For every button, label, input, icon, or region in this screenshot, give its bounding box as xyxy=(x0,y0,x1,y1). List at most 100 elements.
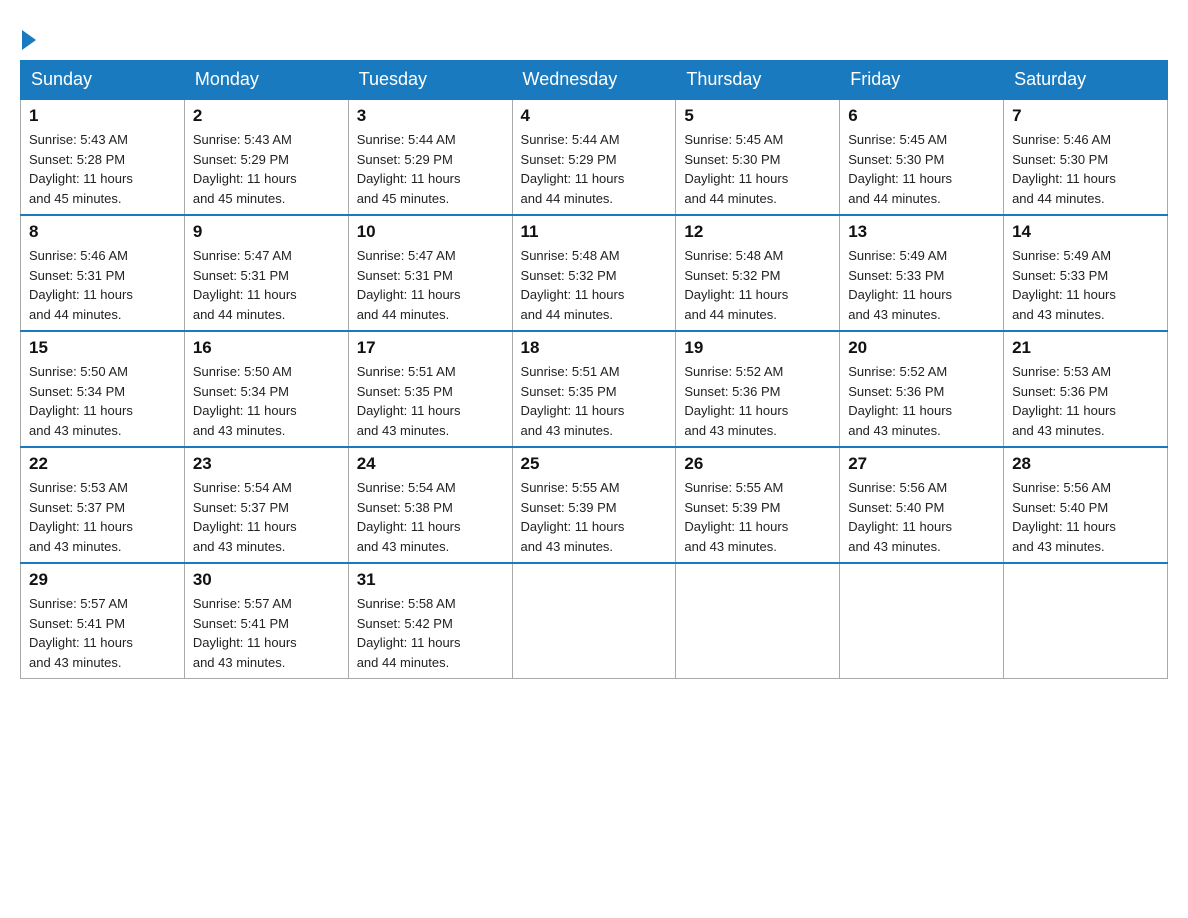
day-number: 22 xyxy=(29,454,176,474)
day-number: 19 xyxy=(684,338,831,358)
day-number: 2 xyxy=(193,106,340,126)
calendar-cell: 10 Sunrise: 5:47 AMSunset: 5:31 PMDaylig… xyxy=(348,215,512,331)
logo xyxy=(20,20,36,50)
day-info: Sunrise: 5:56 AMSunset: 5:40 PMDaylight:… xyxy=(848,478,995,556)
logo-arrow-icon xyxy=(22,30,36,50)
calendar-cell: 9 Sunrise: 5:47 AMSunset: 5:31 PMDayligh… xyxy=(184,215,348,331)
day-number: 31 xyxy=(357,570,504,590)
day-number: 24 xyxy=(357,454,504,474)
calendar-week-row: 29 Sunrise: 5:57 AMSunset: 5:41 PMDaylig… xyxy=(21,563,1168,679)
day-info: Sunrise: 5:52 AMSunset: 5:36 PMDaylight:… xyxy=(684,362,831,440)
day-info: Sunrise: 5:51 AMSunset: 5:35 PMDaylight:… xyxy=(357,362,504,440)
day-info: Sunrise: 5:52 AMSunset: 5:36 PMDaylight:… xyxy=(848,362,995,440)
weekday-header-thursday: Thursday xyxy=(676,61,840,100)
day-number: 26 xyxy=(684,454,831,474)
day-number: 1 xyxy=(29,106,176,126)
day-number: 29 xyxy=(29,570,176,590)
day-number: 20 xyxy=(848,338,995,358)
day-number: 5 xyxy=(684,106,831,126)
day-number: 30 xyxy=(193,570,340,590)
calendar-cell: 25 Sunrise: 5:55 AMSunset: 5:39 PMDaylig… xyxy=(512,447,676,563)
calendar-cell: 27 Sunrise: 5:56 AMSunset: 5:40 PMDaylig… xyxy=(840,447,1004,563)
day-info: Sunrise: 5:44 AMSunset: 5:29 PMDaylight:… xyxy=(521,130,668,208)
calendar-week-row: 15 Sunrise: 5:50 AMSunset: 5:34 PMDaylig… xyxy=(21,331,1168,447)
calendar-cell: 11 Sunrise: 5:48 AMSunset: 5:32 PMDaylig… xyxy=(512,215,676,331)
calendar-cell: 13 Sunrise: 5:49 AMSunset: 5:33 PMDaylig… xyxy=(840,215,1004,331)
weekday-header-tuesday: Tuesday xyxy=(348,61,512,100)
day-number: 15 xyxy=(29,338,176,358)
day-info: Sunrise: 5:53 AMSunset: 5:36 PMDaylight:… xyxy=(1012,362,1159,440)
day-info: Sunrise: 5:56 AMSunset: 5:40 PMDaylight:… xyxy=(1012,478,1159,556)
day-info: Sunrise: 5:57 AMSunset: 5:41 PMDaylight:… xyxy=(29,594,176,672)
day-number: 21 xyxy=(1012,338,1159,358)
day-number: 14 xyxy=(1012,222,1159,242)
calendar-cell: 2 Sunrise: 5:43 AMSunset: 5:29 PMDayligh… xyxy=(184,99,348,215)
day-number: 8 xyxy=(29,222,176,242)
day-number: 6 xyxy=(848,106,995,126)
weekday-header-wednesday: Wednesday xyxy=(512,61,676,100)
calendar-cell: 17 Sunrise: 5:51 AMSunset: 5:35 PMDaylig… xyxy=(348,331,512,447)
day-info: Sunrise: 5:45 AMSunset: 5:30 PMDaylight:… xyxy=(684,130,831,208)
calendar-cell: 19 Sunrise: 5:52 AMSunset: 5:36 PMDaylig… xyxy=(676,331,840,447)
day-number: 25 xyxy=(521,454,668,474)
calendar-cell: 15 Sunrise: 5:50 AMSunset: 5:34 PMDaylig… xyxy=(21,331,185,447)
calendar-cell: 4 Sunrise: 5:44 AMSunset: 5:29 PMDayligh… xyxy=(512,99,676,215)
day-info: Sunrise: 5:49 AMSunset: 5:33 PMDaylight:… xyxy=(848,246,995,324)
calendar-cell: 21 Sunrise: 5:53 AMSunset: 5:36 PMDaylig… xyxy=(1004,331,1168,447)
day-info: Sunrise: 5:47 AMSunset: 5:31 PMDaylight:… xyxy=(357,246,504,324)
day-info: Sunrise: 5:50 AMSunset: 5:34 PMDaylight:… xyxy=(29,362,176,440)
day-info: Sunrise: 5:54 AMSunset: 5:38 PMDaylight:… xyxy=(357,478,504,556)
calendar-cell xyxy=(512,563,676,679)
calendar-week-row: 22 Sunrise: 5:53 AMSunset: 5:37 PMDaylig… xyxy=(21,447,1168,563)
calendar-cell: 1 Sunrise: 5:43 AMSunset: 5:28 PMDayligh… xyxy=(21,99,185,215)
day-number: 23 xyxy=(193,454,340,474)
calendar-cell: 31 Sunrise: 5:58 AMSunset: 5:42 PMDaylig… xyxy=(348,563,512,679)
weekday-header-monday: Monday xyxy=(184,61,348,100)
day-number: 12 xyxy=(684,222,831,242)
page-header xyxy=(20,20,1168,50)
calendar-cell: 29 Sunrise: 5:57 AMSunset: 5:41 PMDaylig… xyxy=(21,563,185,679)
day-info: Sunrise: 5:55 AMSunset: 5:39 PMDaylight:… xyxy=(521,478,668,556)
day-info: Sunrise: 5:53 AMSunset: 5:37 PMDaylight:… xyxy=(29,478,176,556)
day-number: 16 xyxy=(193,338,340,358)
day-info: Sunrise: 5:49 AMSunset: 5:33 PMDaylight:… xyxy=(1012,246,1159,324)
day-number: 9 xyxy=(193,222,340,242)
calendar-cell: 5 Sunrise: 5:45 AMSunset: 5:30 PMDayligh… xyxy=(676,99,840,215)
weekday-header-saturday: Saturday xyxy=(1004,61,1168,100)
day-info: Sunrise: 5:50 AMSunset: 5:34 PMDaylight:… xyxy=(193,362,340,440)
day-number: 17 xyxy=(357,338,504,358)
day-number: 10 xyxy=(357,222,504,242)
day-info: Sunrise: 5:45 AMSunset: 5:30 PMDaylight:… xyxy=(848,130,995,208)
day-info: Sunrise: 5:54 AMSunset: 5:37 PMDaylight:… xyxy=(193,478,340,556)
day-number: 18 xyxy=(521,338,668,358)
day-info: Sunrise: 5:43 AMSunset: 5:29 PMDaylight:… xyxy=(193,130,340,208)
calendar-cell: 20 Sunrise: 5:52 AMSunset: 5:36 PMDaylig… xyxy=(840,331,1004,447)
day-number: 3 xyxy=(357,106,504,126)
calendar-cell: 7 Sunrise: 5:46 AMSunset: 5:30 PMDayligh… xyxy=(1004,99,1168,215)
calendar-cell xyxy=(840,563,1004,679)
calendar-cell: 23 Sunrise: 5:54 AMSunset: 5:37 PMDaylig… xyxy=(184,447,348,563)
calendar-cell: 18 Sunrise: 5:51 AMSunset: 5:35 PMDaylig… xyxy=(512,331,676,447)
day-info: Sunrise: 5:58 AMSunset: 5:42 PMDaylight:… xyxy=(357,594,504,672)
calendar-cell: 3 Sunrise: 5:44 AMSunset: 5:29 PMDayligh… xyxy=(348,99,512,215)
day-info: Sunrise: 5:46 AMSunset: 5:31 PMDaylight:… xyxy=(29,246,176,324)
calendar-table: SundayMondayTuesdayWednesdayThursdayFrid… xyxy=(20,60,1168,679)
day-number: 7 xyxy=(1012,106,1159,126)
day-info: Sunrise: 5:57 AMSunset: 5:41 PMDaylight:… xyxy=(193,594,340,672)
calendar-cell: 22 Sunrise: 5:53 AMSunset: 5:37 PMDaylig… xyxy=(21,447,185,563)
calendar-cell: 8 Sunrise: 5:46 AMSunset: 5:31 PMDayligh… xyxy=(21,215,185,331)
calendar-week-row: 8 Sunrise: 5:46 AMSunset: 5:31 PMDayligh… xyxy=(21,215,1168,331)
calendar-cell: 16 Sunrise: 5:50 AMSunset: 5:34 PMDaylig… xyxy=(184,331,348,447)
day-info: Sunrise: 5:47 AMSunset: 5:31 PMDaylight:… xyxy=(193,246,340,324)
calendar-cell xyxy=(676,563,840,679)
day-number: 13 xyxy=(848,222,995,242)
day-info: Sunrise: 5:48 AMSunset: 5:32 PMDaylight:… xyxy=(684,246,831,324)
calendar-week-row: 1 Sunrise: 5:43 AMSunset: 5:28 PMDayligh… xyxy=(21,99,1168,215)
day-info: Sunrise: 5:43 AMSunset: 5:28 PMDaylight:… xyxy=(29,130,176,208)
calendar-cell: 28 Sunrise: 5:56 AMSunset: 5:40 PMDaylig… xyxy=(1004,447,1168,563)
calendar-cell xyxy=(1004,563,1168,679)
logo-general xyxy=(20,30,36,50)
calendar-header-row: SundayMondayTuesdayWednesdayThursdayFrid… xyxy=(21,61,1168,100)
weekday-header-friday: Friday xyxy=(840,61,1004,100)
calendar-cell: 26 Sunrise: 5:55 AMSunset: 5:39 PMDaylig… xyxy=(676,447,840,563)
